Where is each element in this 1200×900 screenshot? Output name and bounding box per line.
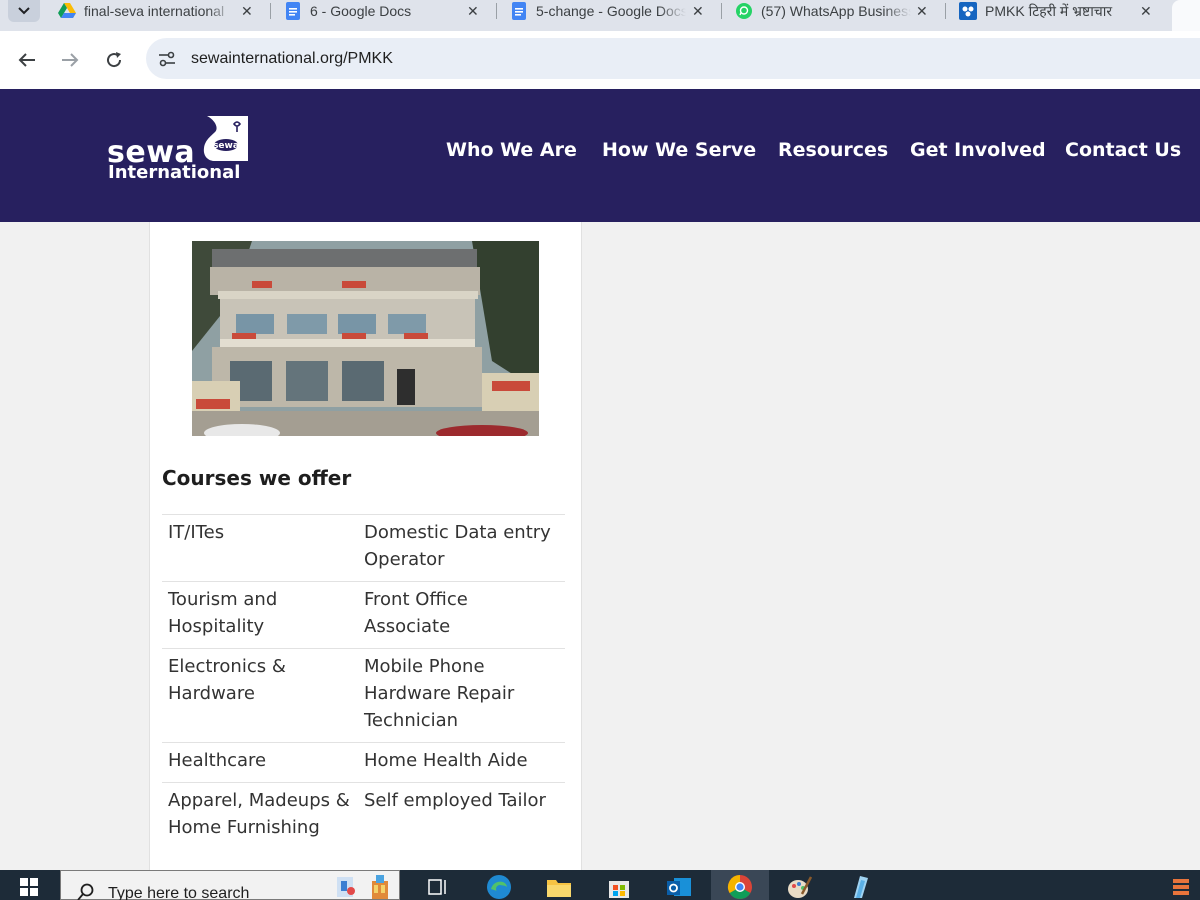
table-row: IT/ITes Domestic Data entry Operator — [162, 514, 565, 582]
forward-button[interactable] — [57, 47, 83, 73]
reload-button[interactable] — [101, 47, 127, 73]
close-tab-icon[interactable]: ✕ — [241, 0, 253, 22]
svg-text:sewa: sewa — [213, 141, 239, 151]
snipping-tool-icon[interactable] — [846, 874, 872, 900]
table-row: Electronics & Hardware Mobile Phone Hard… — [162, 648, 565, 743]
tab-separator — [496, 3, 497, 19]
close-tab-icon[interactable]: ✕ — [916, 0, 928, 22]
google-drive-icon — [58, 2, 76, 20]
paint-icon[interactable] — [786, 874, 812, 900]
tab-search-button[interactable] — [8, 0, 40, 22]
site-header: sewa International sewa Who We Are How W… — [0, 89, 1200, 222]
course-name: Domestic Data entry Operator — [358, 514, 565, 582]
nav-contact-us[interactable]: Contact Us — [1065, 139, 1181, 161]
course-name: Home Health Aide — [358, 742, 565, 783]
table-row: Tourism and Hospitality Front Office Ass… — [162, 581, 565, 649]
microsoft-store-icon[interactable] — [606, 874, 632, 900]
browser-tab[interactable]: PMKK टिहरी में भ्रष्टाचार — [959, 0, 1135, 22]
outlook-icon[interactable] — [666, 874, 692, 900]
table-row: Apparel, Madeups & Home Furnishing Self … — [162, 782, 565, 849]
course-name: Self employed Tailor — [358, 782, 565, 849]
course-name: Front Office Associate — [358, 581, 565, 649]
nav-resources[interactable]: Resources — [778, 139, 888, 161]
course-sector: Electronics & Hardware — [162, 648, 358, 743]
courses-heading: Courses we offer — [162, 466, 352, 490]
address-bar[interactable]: sewainternational.org/PMKK — [146, 38, 1200, 79]
sewa-international-logo[interactable]: sewa International sewa — [107, 114, 252, 184]
search-highlight-icon[interactable] — [367, 873, 393, 899]
course-sector: Healthcare — [162, 742, 358, 783]
windows-start-icon[interactable] — [16, 874, 42, 900]
pmkk-building-photo — [192, 241, 539, 436]
tab-separator — [721, 3, 722, 19]
tab-separator — [270, 3, 271, 19]
reload-icon — [107, 52, 122, 68]
course-sector: Apparel, Madeups & Home Furnishing — [162, 782, 358, 849]
content-column: Courses we offer IT/ITes Domestic Data e… — [149, 222, 582, 870]
system-tray-app-icon[interactable] — [1168, 874, 1194, 900]
windows-taskbar: Type here to search — [0, 870, 1200, 900]
lotus-logo-icon: sewa — [203, 116, 248, 161]
table-row: Healthcare Home Health Aide — [162, 742, 565, 783]
browser-toolbar: sewainternational.org/PMKK — [0, 31, 1200, 89]
tab-title: 5-change - Google Docs — [536, 3, 686, 19]
tab-title: PMKK टिहरी में भ्रष्टाचार — [985, 2, 1113, 19]
search-placeholder: Type here to search — [108, 885, 250, 900]
chevron-down-icon — [18, 7, 30, 15]
tab-title: (57) WhatsApp Business — [761, 3, 911, 19]
site-settings-icon[interactable] — [156, 48, 178, 70]
courses-table: IT/ITes Domestic Data entry Operator Tou… — [162, 514, 565, 849]
url-text[interactable]: sewainternational.org/PMKK — [191, 50, 393, 68]
close-tab-icon[interactable]: ✕ — [692, 0, 704, 22]
nav-get-involved[interactable]: Get Involved — [910, 139, 1046, 161]
close-tab-icon[interactable]: ✕ — [1140, 0, 1152, 22]
browser-tab[interactable]: final-seva international — [58, 0, 234, 22]
arrow-left-icon — [18, 53, 35, 67]
edge-browser-icon[interactable] — [486, 874, 512, 900]
tab-title: 6 - Google Docs — [310, 3, 412, 19]
close-tab-icon[interactable]: ✕ — [467, 0, 479, 22]
site-favicon — [959, 2, 977, 20]
browser-tab[interactable]: 6 - Google Docs — [284, 0, 460, 22]
google-docs-icon — [510, 2, 528, 20]
browser-tab[interactable]: (57) WhatsApp Business — [735, 0, 911, 22]
whatsapp-icon — [735, 2, 753, 20]
active-tab[interactable] — [1172, 0, 1200, 31]
nav-how-we-serve[interactable]: How We Serve — [602, 139, 756, 161]
arrow-right-icon — [62, 53, 79, 67]
file-explorer-icon[interactable] — [546, 874, 572, 900]
task-view-icon[interactable] — [425, 874, 451, 900]
back-button[interactable] — [14, 47, 40, 73]
course-sector: Tourism and Hospitality — [162, 581, 358, 649]
nav-who-we-are[interactable]: Who We Are — [446, 139, 577, 161]
browser-tab-bar: final-seva international ✕ 6 - Google Do… — [0, 0, 1200, 31]
search-icon — [77, 883, 94, 900]
google-docs-icon — [284, 2, 302, 20]
chrome-icon[interactable] — [727, 874, 753, 900]
browser-tab[interactable]: 5-change - Google Docs — [510, 0, 686, 22]
taskbar-search-box[interactable]: Type here to search — [60, 870, 400, 900]
course-name: Mobile Phone Hardware Repair Technician — [358, 648, 565, 743]
tab-title: final-seva international — [84, 3, 225, 19]
logo-subword: International — [108, 162, 241, 183]
course-sector: IT/ITes — [162, 514, 358, 582]
tab-separator — [945, 3, 946, 19]
search-highlight-icon[interactable] — [333, 873, 359, 899]
